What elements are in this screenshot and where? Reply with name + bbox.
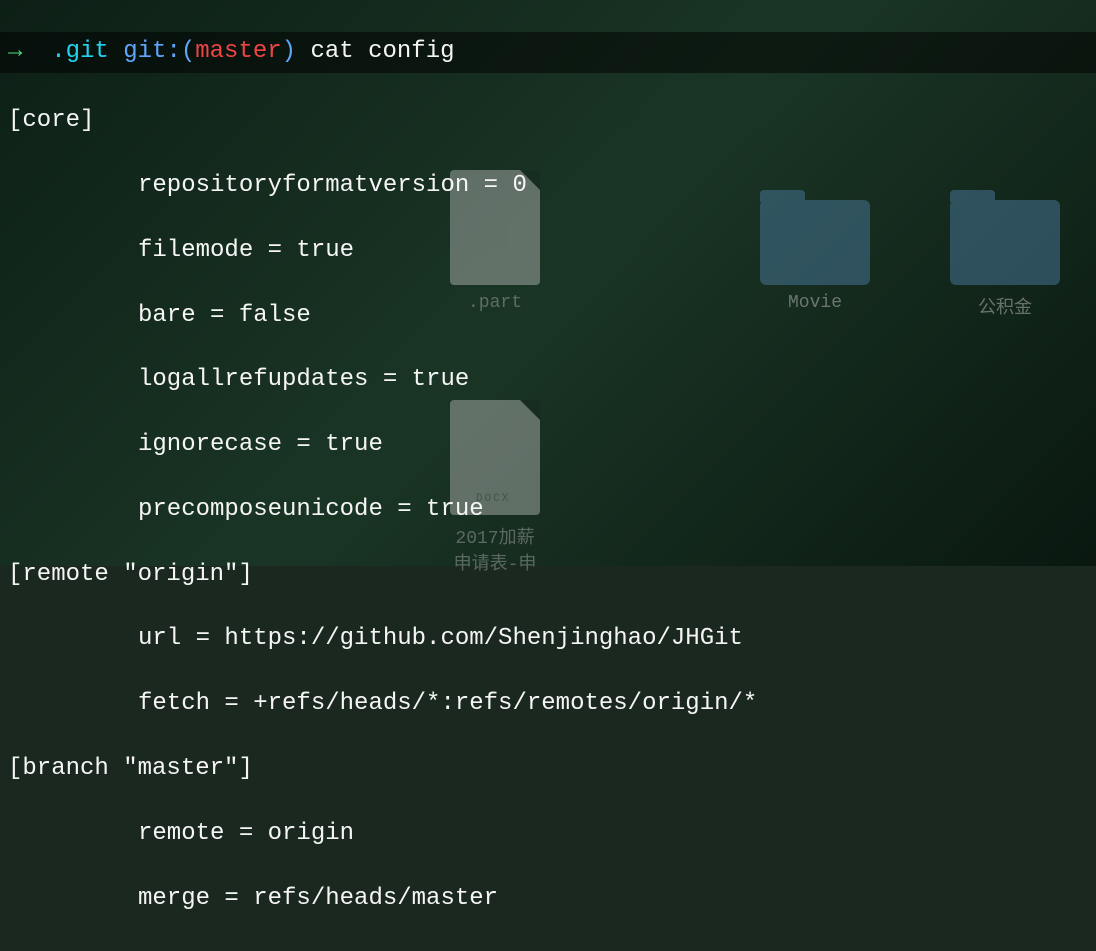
config-entry: remote = origin <box>8 818 1088 850</box>
prompt-line: → .git git:(master) cat config <box>0 32 1096 72</box>
config-entry: merge = refs/heads/master <box>8 883 1088 915</box>
terminal-output[interactable]: → .git git:(master) cat config [core] re… <box>0 0 1096 951</box>
config-entry: url = https://github.com/Shenjinghao/JHG… <box>8 623 1088 655</box>
config-entry: bare = false <box>8 300 1088 332</box>
prompt-cwd: .git <box>51 38 109 65</box>
config-section-header: [branch "master"] <box>8 753 1088 785</box>
config-section-header: [remote "origin"] <box>8 559 1088 591</box>
prompt-branch: master <box>195 38 281 65</box>
config-section-header: [core] <box>8 105 1088 137</box>
prompt-arrow-icon: → <box>8 38 22 65</box>
config-entry: filemode = true <box>8 235 1088 267</box>
config-entry: fetch = +refs/heads/*:refs/remotes/origi… <box>8 688 1088 720</box>
config-entry: repositoryformatversion = 0 <box>8 170 1088 202</box>
config-entry: logallrefupdates = true <box>8 364 1088 396</box>
prompt-git-suffix: ) <box>282 38 296 65</box>
config-entry: precomposeunicode = true <box>8 494 1088 526</box>
config-entry: ignorecase = true <box>8 429 1088 461</box>
prompt-command: cat config <box>310 38 454 65</box>
prompt-git-prefix: git:( <box>123 38 195 65</box>
